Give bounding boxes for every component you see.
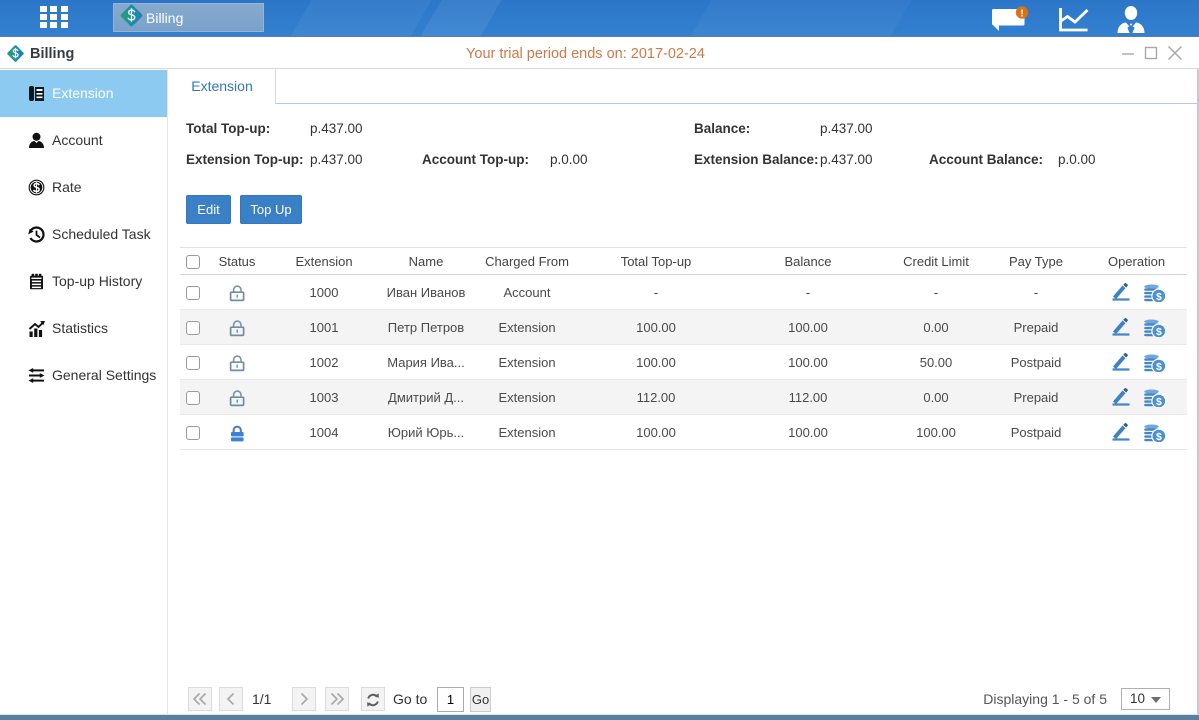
svg-text:$: $ — [1155, 326, 1161, 337]
svg-text:$: $ — [1155, 361, 1161, 372]
svg-text:$: $ — [1155, 291, 1161, 302]
svg-text:$: $ — [1155, 431, 1161, 442]
svg-text:!: ! — [1020, 9, 1023, 20]
svg-text:$: $ — [1155, 396, 1161, 407]
